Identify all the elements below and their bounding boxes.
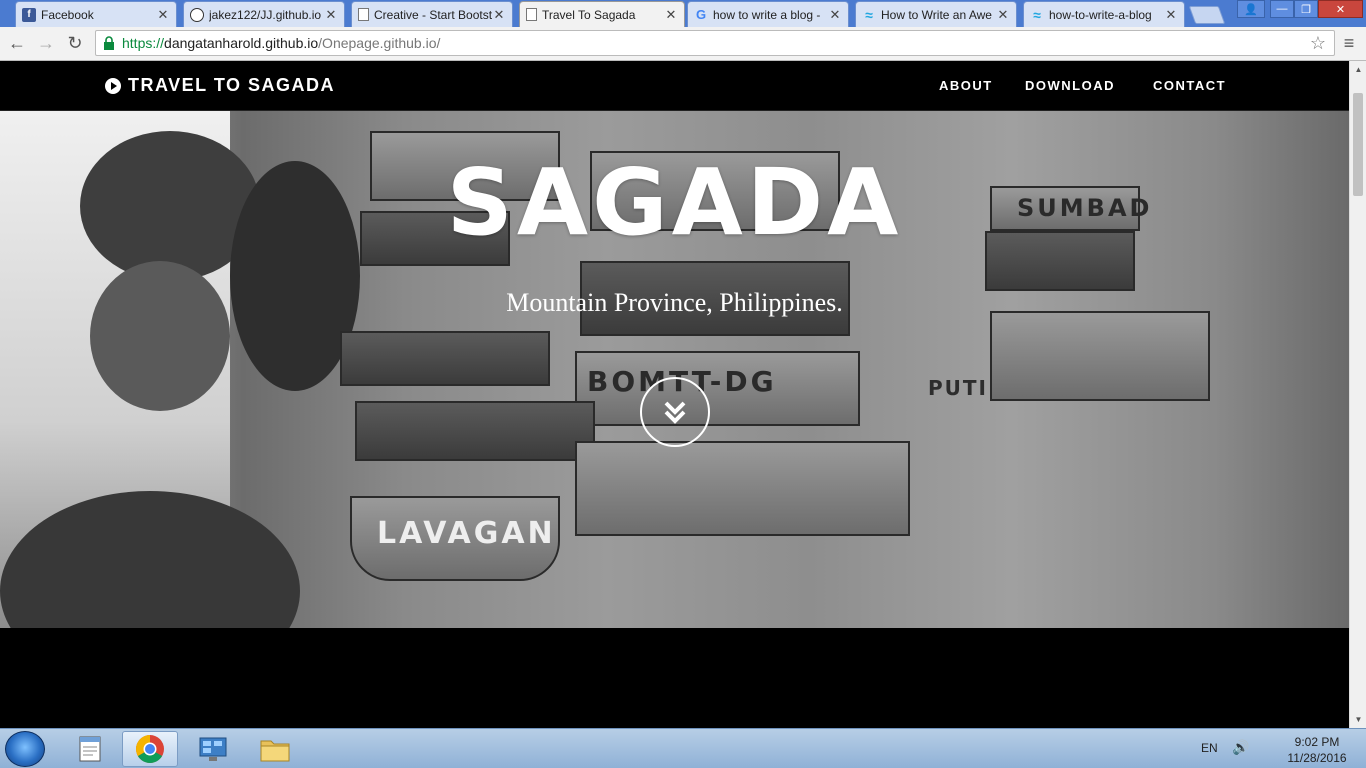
google-icon: G <box>695 7 707 22</box>
browser-toolbar: ← → ↻ https://dangatanharold.github.io/O… <box>0 27 1366 61</box>
windows-taskbar: EN 🔊 9:02 PM 11/28/2016 <box>0 728 1366 768</box>
nav-contact[interactable]: CONTACT <box>1153 78 1226 93</box>
scroll-up-arrow-icon[interactable]: ▲ <box>1350 61 1366 78</box>
taskbar-chrome-app[interactable] <box>122 731 178 767</box>
back-button[interactable]: ← <box>6 32 28 54</box>
volume-icon[interactable]: 🔊 <box>1232 739 1249 756</box>
hero-section: BOMTT-DG LAVAGAN SUMBAD PUTI SAGADA Moun… <box>0 111 1349 628</box>
scroll-down-button[interactable] <box>640 377 710 447</box>
close-window-button[interactable]: ✕ <box>1318 0 1363 18</box>
close-icon[interactable]: ✕ <box>828 7 842 23</box>
hero-photo-coffin <box>340 331 550 386</box>
url-path: /Onepage.github.io/ <box>318 35 441 51</box>
url-host: dangatanharold.github.io <box>164 35 319 51</box>
hero-photo-tree <box>90 261 230 411</box>
taskbar-control-panel-app[interactable] <box>185 731 241 767</box>
close-icon[interactable]: ✕ <box>156 7 170 23</box>
user-icon[interactable]: 👤 <box>1237 0 1265 18</box>
control-panel-icon <box>199 737 227 761</box>
close-icon[interactable]: ✕ <box>492 7 506 23</box>
github-icon <box>190 7 204 22</box>
browser-menu-icon[interactable]: ≡ <box>1340 33 1358 53</box>
wave-icon: ≈ <box>865 6 873 23</box>
hero-photo-coffin <box>355 401 595 461</box>
close-icon[interactable]: ✕ <box>664 7 678 23</box>
folder-icon <box>260 740 290 762</box>
tab-creative[interactable]: Creative - Start Bootst ✕ <box>351 1 513 27</box>
tab-title: Creative - Start Bootst <box>374 7 492 22</box>
tab-how-to-write-blog[interactable]: ≈ how-to-write-a-blog ✕ <box>1023 1 1185 27</box>
tab-title: How to Write an Awe <box>881 7 992 22</box>
double-chevron-down-icon <box>664 401 686 424</box>
tab-title: how to write a blog - <box>713 7 821 22</box>
site-navbar: TRAVEL TO SAGADA ABOUT DOWNLOAD CONTACT <box>0 61 1349 111</box>
tab-title: how-to-write-a-blog <box>1049 7 1152 22</box>
maximize-button[interactable]: ❐ <box>1294 0 1318 18</box>
scrollbar-thumb[interactable] <box>1353 93 1363 196</box>
page-scrollbar[interactable]: ▲ ▼ <box>1349 61 1366 728</box>
forward-button[interactable]: → <box>35 32 57 54</box>
hero-photo-coffin <box>575 441 910 536</box>
photo-label: PUTI <box>928 376 988 400</box>
minimize-button[interactable]: — <box>1270 0 1294 18</box>
tab-title: Travel To Sagada <box>542 7 636 22</box>
facebook-icon: f <box>22 7 36 22</box>
hero-photo-coffin <box>990 311 1210 401</box>
close-icon[interactable]: ✕ <box>324 7 338 23</box>
reload-button[interactable]: ↻ <box>64 32 86 54</box>
tab-how-to-write[interactable]: ≈ How to Write an Awe ✕ <box>855 1 1017 27</box>
tab-travel-to-sagada[interactable]: Travel To Sagada ✕ <box>519 1 685 27</box>
language-indicator[interactable]: EN <box>1201 741 1218 755</box>
document-icon <box>358 8 369 21</box>
nav-download[interactable]: DOWNLOAD <box>1025 78 1115 93</box>
close-icon[interactable]: ✕ <box>1164 7 1178 23</box>
browser-tab-strip: f Facebook ✕ jakez122/JJ.github.io ✕ Cre… <box>0 0 1366 27</box>
taskbar-notepad-app[interactable] <box>62 731 118 767</box>
hero-photo-coffin: LAVAGAN <box>350 496 560 581</box>
new-tab-button[interactable] <box>1188 6 1226 24</box>
notepad-icon <box>79 736 101 762</box>
chrome-icon <box>136 735 164 763</box>
next-section <box>0 628 1349 728</box>
hero-photo-coffin: BOMTT-DG <box>575 351 860 426</box>
clock-time[interactable]: 9:02 PM <box>1282 735 1352 749</box>
taskbar-explorer-app[interactable] <box>247 731 303 767</box>
nav-about[interactable]: ABOUT <box>939 78 993 93</box>
address-bar[interactable]: https://dangatanharold.github.io/Onepage… <box>95 30 1335 56</box>
brand-text: TRAVEL TO SAGADA <box>128 75 336 95</box>
tab-title: Facebook <box>41 7 94 22</box>
play-circle-icon <box>105 77 121 94</box>
tab-github[interactable]: jakez122/JJ.github.io ✕ <box>183 1 345 27</box>
web-page: TRAVEL TO SAGADA ABOUT DOWNLOAD CONTACT … <box>0 61 1349 728</box>
tab-title: jakez122/JJ.github.io <box>209 7 322 22</box>
tab-google-search[interactable]: G how to write a blog - ✕ <box>687 1 849 27</box>
photo-label: LAVAGAN <box>377 516 556 551</box>
bookmark-star-icon[interactable]: ☆ <box>1310 33 1326 54</box>
tab-facebook[interactable]: f Facebook ✕ <box>15 1 177 27</box>
scroll-down-arrow-icon[interactable]: ▼ <box>1350 711 1366 728</box>
document-icon <box>526 8 537 21</box>
site-brand[interactable]: TRAVEL TO SAGADA <box>105 75 335 96</box>
start-button[interactable] <box>5 731 45 767</box>
url-scheme: https:// <box>122 35 165 51</box>
wave-icon: ≈ <box>1033 6 1041 23</box>
clock-date[interactable]: 11/28/2016 <box>1282 751 1352 765</box>
hero-title: SAGADA <box>446 149 903 256</box>
lock-icon <box>102 36 116 50</box>
hero-subtitle: Mountain Province, Philippines. <box>506 288 843 317</box>
close-icon[interactable]: ✕ <box>996 7 1010 23</box>
